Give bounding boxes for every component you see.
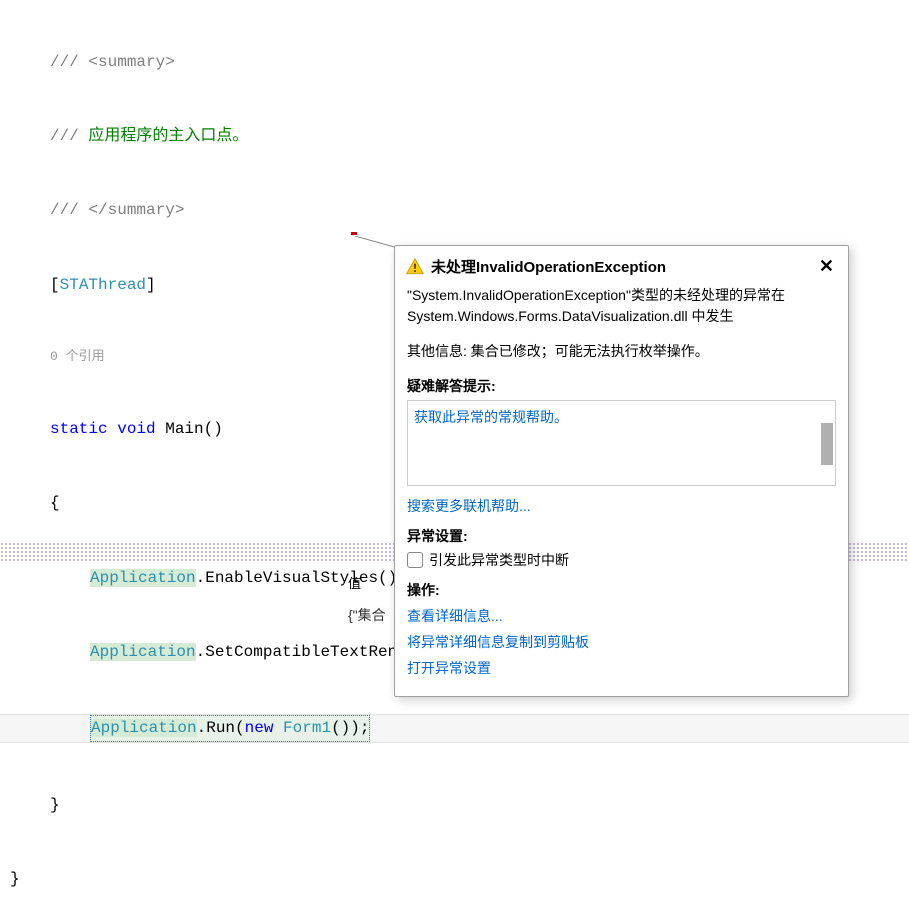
tips-box: 获取此异常的常规帮助。 xyxy=(407,400,836,486)
watch-value-cell[interactable]: {"集合 xyxy=(348,605,386,625)
settings-label: 异常设置: xyxy=(407,526,836,546)
checkbox-label: 引发此异常类型时中断 xyxy=(429,550,569,570)
exception-line: Application.Run(new Form1()); xyxy=(0,714,909,743)
code-line: } xyxy=(0,867,909,892)
search-online-link[interactable]: 搜索更多联机帮助... xyxy=(407,496,836,516)
code-line: } xyxy=(0,793,909,818)
code-line: /// 应用程序的主入口点。 xyxy=(0,124,909,149)
view-details-link[interactable]: 查看详细信息... xyxy=(407,606,836,626)
scrollbar-thumb[interactable] xyxy=(821,423,833,465)
tips-label: 疑难解答提示: xyxy=(407,376,836,396)
watch-column-header: 值 xyxy=(348,573,361,592)
close-button[interactable]: ✕ xyxy=(815,256,838,277)
copy-to-clipboard-link[interactable]: 将异常详细信息复制到剪贴板 xyxy=(407,632,836,652)
error-marker-icon xyxy=(351,232,357,235)
actions-label: 操作: xyxy=(407,580,836,600)
warning-icon xyxy=(405,257,425,277)
code-line: /// </summary> xyxy=(0,198,909,223)
exception-message: "System.InvalidOperationException"类型的未经处… xyxy=(407,285,836,327)
code-line: /// <summary> xyxy=(0,50,909,75)
break-on-exception-checkbox[interactable] xyxy=(407,552,423,568)
exception-helper-popup: 未处理InvalidOperationException ✕ "System.I… xyxy=(394,245,849,697)
popup-title: 未处理InvalidOperationException xyxy=(431,256,666,277)
exception-additional-info: 其他信息: 集合已修改；可能无法执行枚举操作。 xyxy=(407,341,836,362)
popup-header: 未处理InvalidOperationException ✕ xyxy=(395,246,848,285)
tip-link[interactable]: 获取此异常的常规帮助。 xyxy=(414,409,568,425)
open-exception-settings-link[interactable]: 打开异常设置 xyxy=(407,658,836,678)
